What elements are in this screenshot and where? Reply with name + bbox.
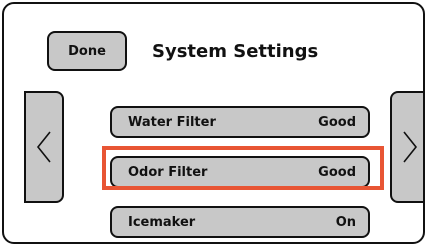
setting-label: Water Filter [128,114,216,130]
page-title: System Settings [152,41,319,62]
previous-page-button[interactable] [24,91,64,203]
setting-row-water-filter[interactable]: Water Filter Good [110,106,370,138]
setting-value: On [335,214,356,230]
setting-row-icemaker[interactable]: Icemaker On [110,206,370,238]
done-button[interactable]: Done [47,31,127,71]
setting-row-odor-filter[interactable]: Odor Filter Good [110,156,370,188]
setting-label: Icemaker [128,214,196,230]
settings-screen: Done System Settings Water Filter Good O… [2,2,425,244]
done-button-label: Done [68,43,106,59]
setting-value: Good [318,164,356,180]
chevron-left-icon [36,131,51,163]
setting-value: Good [318,114,356,130]
setting-label: Odor Filter [128,164,208,180]
chevron-right-icon [403,131,418,163]
next-page-button[interactable] [390,91,423,203]
